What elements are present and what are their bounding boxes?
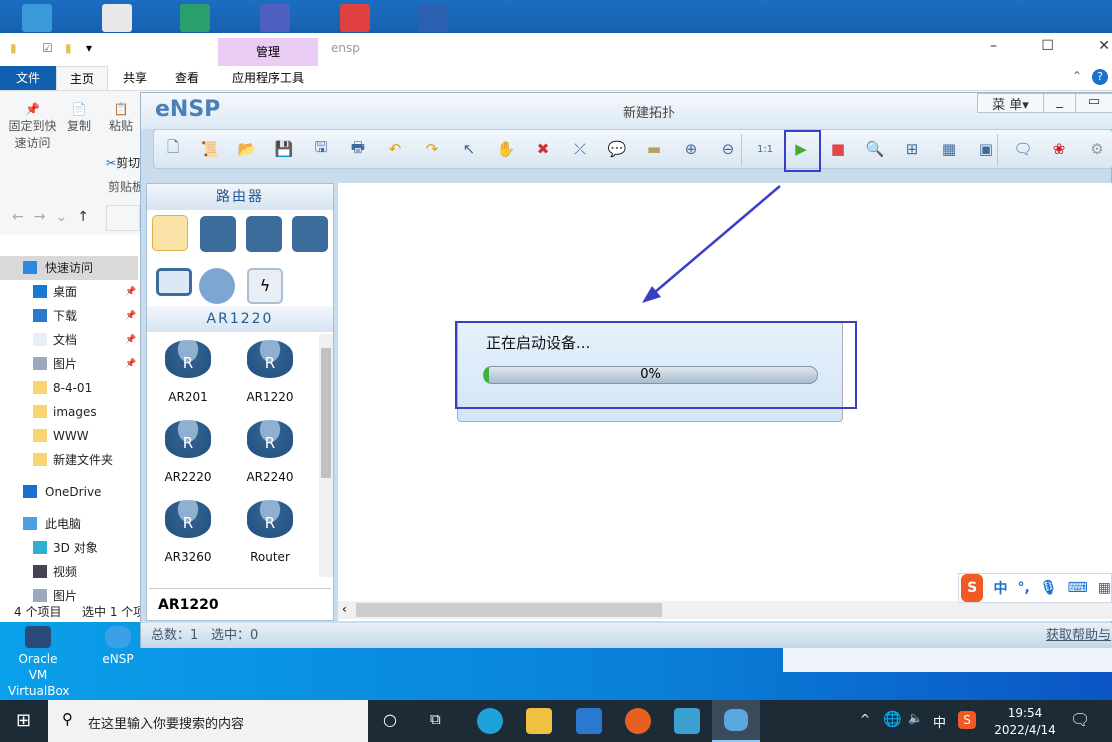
annotation-arrow [642, 185, 781, 303]
network-icon[interactable]: 🌐 [883, 710, 902, 728]
firefox-icon[interactable] [625, 708, 651, 734]
taskbar: ⊞ ⚲ 在这里输入你要搜索的内容 ○ ⧉ ^ 🌐 🔈 中 S 19:54 2022… [0, 700, 1112, 742]
keyboard-icon[interactable]: ⌨ [1068, 580, 1088, 596]
search-placeholder: 在这里输入你要搜索的内容 [88, 717, 245, 732]
windows-start-icon[interactable]: ⊞ [16, 710, 31, 731]
ime-mode[interactable]: 中 [993, 578, 1007, 598]
ensp-taskbar-button[interactable] [712, 700, 760, 742]
notification-icon[interactable]: 🗨 [1070, 710, 1090, 729]
volume-icon[interactable]: 🔈 [908, 711, 923, 725]
file-explorer-icon[interactable] [526, 708, 552, 734]
apps-icon[interactable]: ▦ [1098, 580, 1111, 596]
search-icon: ⚲ [62, 710, 73, 728]
show-hidden-icons[interactable]: ^ [860, 712, 870, 726]
ime-toolbar: S 中 °, 🎙 ⌨ ▦ [958, 573, 1112, 603]
cortana-icon[interactable]: ○ [383, 710, 397, 729]
sogou-icon[interactable]: S [961, 574, 984, 602]
virtualbox-taskbar-icon[interactable] [674, 708, 700, 734]
ime-punct[interactable]: °, [1017, 580, 1029, 596]
ime-indicator[interactable]: 中 [933, 712, 946, 731]
mic-icon[interactable]: 🎙 [1040, 580, 1058, 596]
edge-icon[interactable] [477, 708, 503, 734]
clock[interactable]: 19:54 2022/4/14 [990, 705, 1060, 739]
date: 2022/4/14 [994, 723, 1056, 737]
task-view-icon[interactable]: ⧉ [430, 710, 441, 728]
time: 19:54 [1007, 706, 1043, 720]
taskbar-search[interactable]: ⚲ 在这里输入你要搜索的内容 [48, 700, 368, 742]
arrow-line [647, 185, 781, 299]
sogou-tray-icon[interactable]: S [958, 711, 976, 729]
store-icon[interactable] [576, 708, 602, 734]
ensp-icon [724, 709, 748, 731]
